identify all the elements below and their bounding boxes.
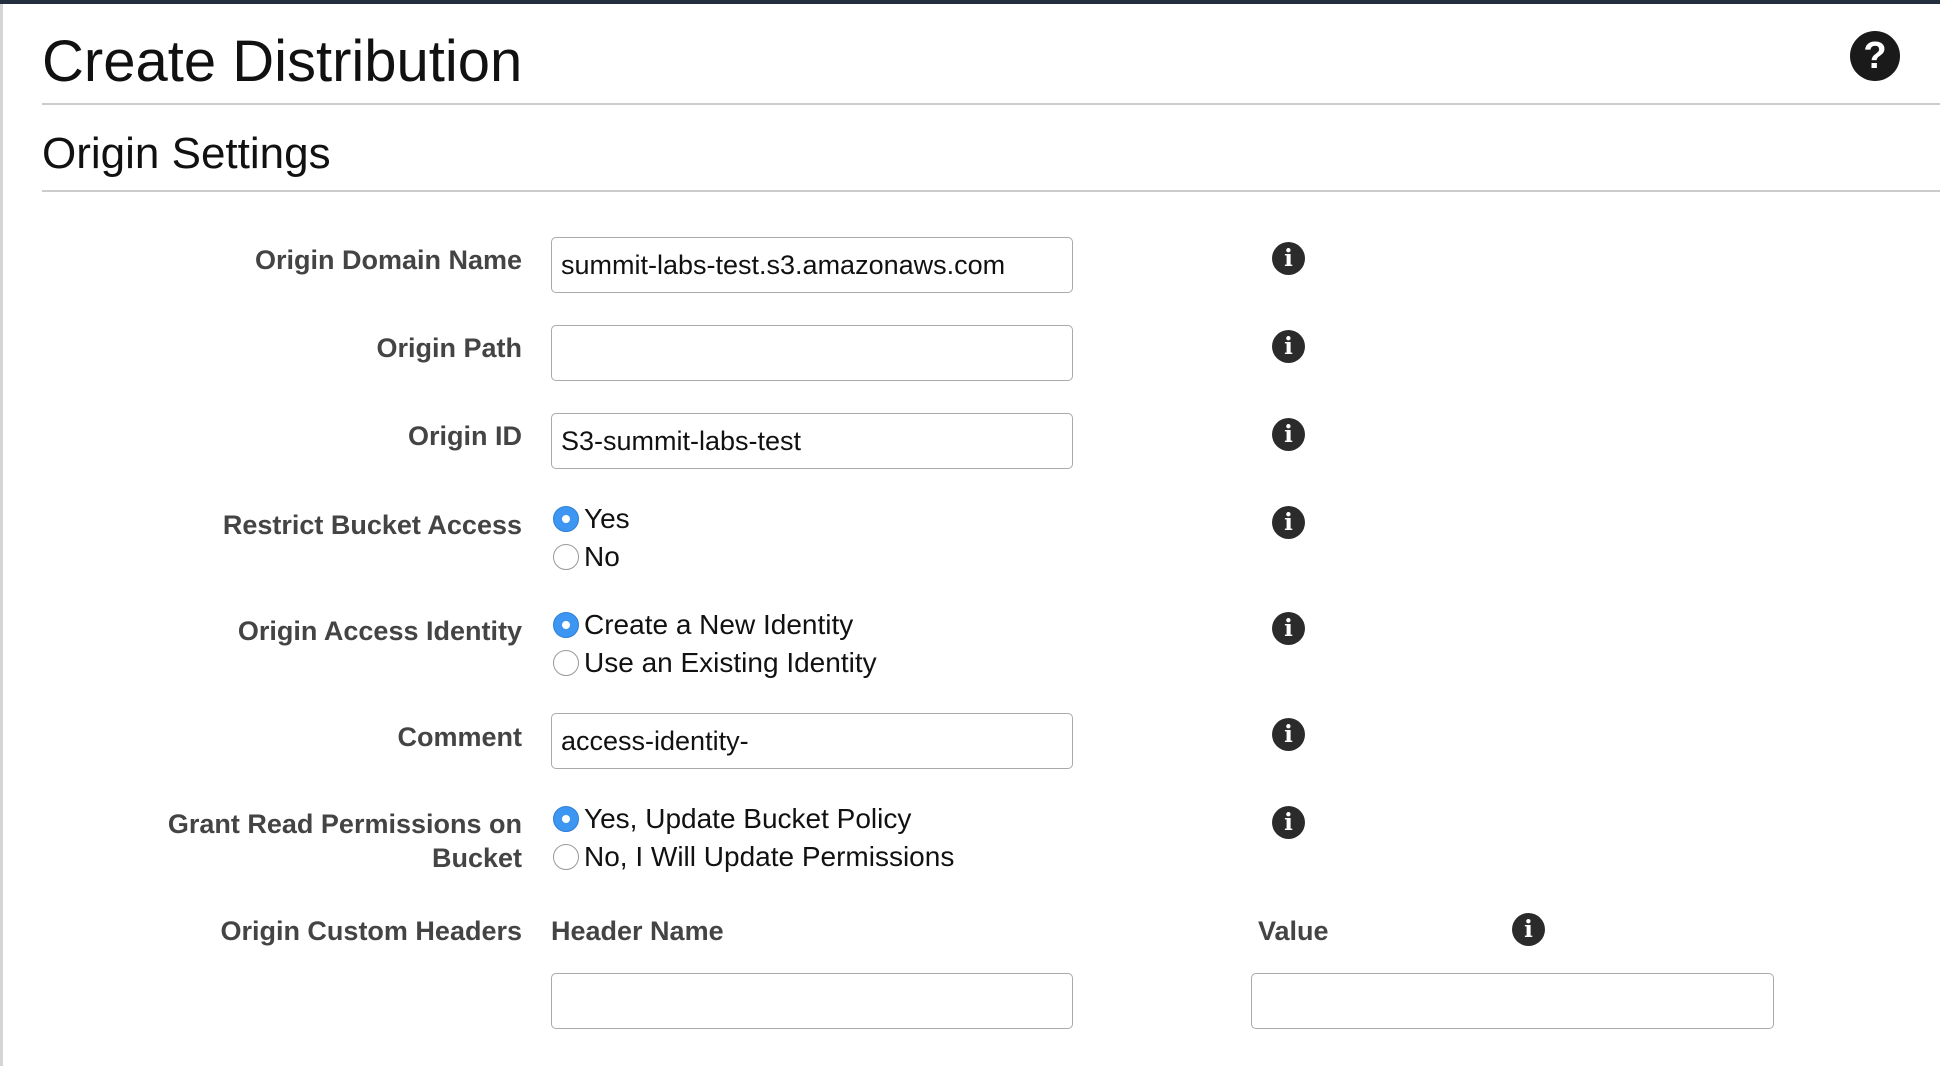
origin-path-input[interactable]: [551, 325, 1073, 381]
create-distribution-page: Create Distribution ? Origin Settings Or…: [0, 0, 1940, 1066]
radio-unselected-icon[interactable]: [553, 544, 579, 570]
create-new-identity-radio[interactable]: Create a New Identity: [553, 607, 853, 643]
info-icon[interactable]: i: [1272, 330, 1305, 363]
info-icon[interactable]: i: [1272, 806, 1305, 839]
use-existing-identity-label: Use an Existing Identity: [584, 647, 877, 678]
origin-path-label: Origin Path: [376, 333, 522, 363]
comment-input[interactable]: [551, 713, 1073, 769]
info-icon[interactable]: i: [1272, 718, 1305, 751]
restrict-bucket-access-yes-radio[interactable]: Yes: [553, 501, 630, 537]
info-icon[interactable]: i: [1272, 242, 1305, 275]
comment-label: Comment: [397, 722, 522, 752]
page-title: Create Distribution: [42, 29, 523, 94]
update-bucket-policy-radio[interactable]: Yes, Update Bucket Policy: [553, 801, 911, 837]
use-existing-identity-radio[interactable]: Use an Existing Identity: [553, 645, 877, 681]
radio-unselected-icon[interactable]: [553, 844, 579, 870]
grant-read-permissions-label-line2: Bucket: [431, 843, 522, 873]
origin-id-label: Origin ID: [408, 421, 522, 451]
restrict-bucket-access-label: Restrict Bucket Access: [222, 510, 522, 540]
origin-domain-name-label: Origin Domain Name: [254, 245, 522, 275]
header-name-column-label: Header Name: [551, 916, 724, 946]
update-permissions-myself-label: No, I Will Update Permissions: [584, 841, 955, 872]
radio-selected-icon[interactable]: [553, 806, 579, 832]
restrict-bucket-access-no-radio[interactable]: No: [553, 539, 620, 575]
restrict-bucket-access-yes-label: Yes: [584, 503, 630, 534]
radio-selected-icon[interactable]: [553, 506, 579, 532]
help-icon[interactable]: ?: [1850, 31, 1900, 81]
update-bucket-policy-label: Yes, Update Bucket Policy: [584, 803, 912, 834]
radio-selected-icon[interactable]: [553, 612, 579, 638]
origin-access-identity-label: Origin Access Identity: [237, 616, 522, 646]
info-icon[interactable]: i: [1272, 506, 1305, 539]
create-new-identity-label: Create a New Identity: [584, 609, 854, 640]
origin-custom-headers-label: Origin Custom Headers: [220, 916, 522, 946]
title-divider: [42, 103, 1940, 105]
header-value-input[interactable]: [1251, 973, 1774, 1029]
origin-domain-name-input[interactable]: [551, 237, 1073, 293]
info-icon[interactable]: i: [1272, 612, 1305, 645]
info-icon[interactable]: i: [1272, 418, 1305, 451]
radio-unselected-icon[interactable]: [553, 650, 579, 676]
header-name-input[interactable]: [551, 973, 1073, 1029]
update-permissions-myself-radio[interactable]: No, I Will Update Permissions: [553, 839, 954, 875]
left-border: [0, 4, 3, 1066]
grant-read-permissions-label-line1: Grant Read Permissions on: [167, 809, 522, 839]
section-title: Origin Settings: [42, 129, 331, 178]
section-divider: [42, 190, 1940, 192]
restrict-bucket-access-no-label: No: [584, 541, 620, 572]
value-column-label: Value: [1258, 916, 1329, 946]
info-icon[interactable]: i: [1512, 913, 1545, 946]
origin-id-input[interactable]: [551, 413, 1073, 469]
